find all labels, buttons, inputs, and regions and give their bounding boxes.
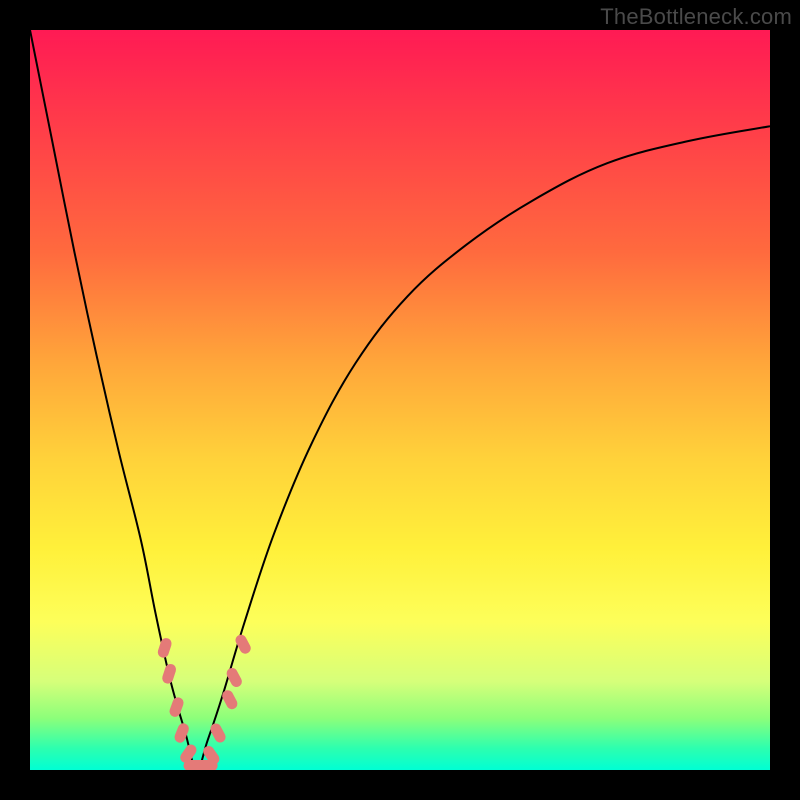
chart-frame: TheBottleneck.com [0, 0, 800, 800]
marker-lozenge [208, 722, 227, 745]
chart-svg [30, 30, 770, 770]
marker-lozenge [168, 696, 185, 719]
bottleneck-curve [30, 30, 770, 770]
marker-lozenge [161, 663, 178, 685]
watermark-text: TheBottleneck.com [600, 4, 792, 30]
marker-lozenge [156, 637, 173, 659]
plot-area [30, 30, 770, 770]
marker-group [156, 633, 252, 770]
